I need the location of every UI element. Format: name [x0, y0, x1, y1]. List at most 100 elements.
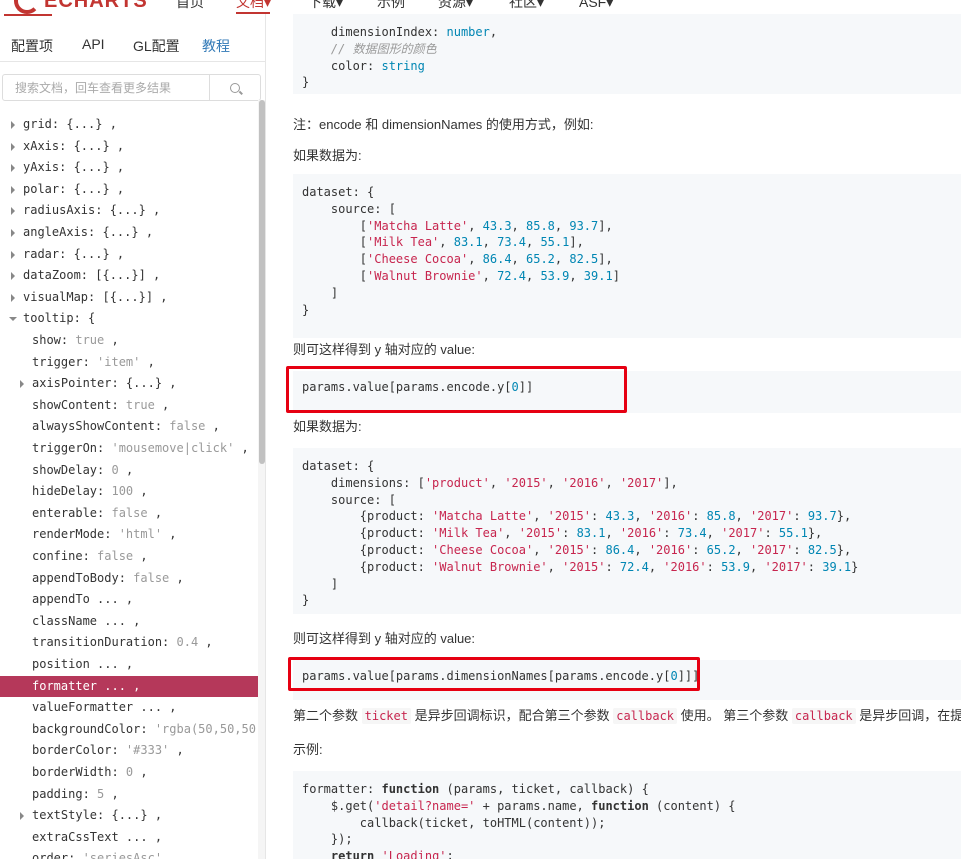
tree-item-label: triggerOn: [32, 441, 112, 455]
code-line: // 数据图形的颜色 [302, 41, 961, 58]
expand-right-icon[interactable] [11, 272, 15, 281]
tree-item[interactable]: transitionDuration: 0.4 , [0, 632, 258, 653]
tree-item-key: triggerOn: 'mousemove|click' , [32, 438, 249, 459]
tree-item-default-value: false [97, 549, 134, 563]
tree-item[interactable]: borderColor: '#333' , [0, 740, 258, 761]
nav-home[interactable]: 首页 [176, 0, 204, 11]
tree-item[interactable]: xAxis: {...} , [0, 136, 258, 157]
tree-item-tail: , [104, 333, 119, 347]
tree-item[interactable]: radiusAxis: {...} , [0, 200, 258, 221]
nav-asf[interactable]: ASF▾ [579, 0, 613, 11]
code-token: ], [598, 218, 613, 233]
logo-text: ECHARTS [44, 0, 148, 12]
tree-item[interactable]: order: 'seriesAsc' , [0, 848, 258, 859]
expand-right-icon[interactable] [11, 142, 15, 151]
tree-item[interactable]: renderMode: 'html' , [0, 524, 258, 545]
code-token: '2015' [518, 526, 563, 541]
search-input[interactable] [3, 75, 210, 100]
tree-item[interactable]: backgroundColor: 'rgba(50,50,50,0 [0, 719, 258, 740]
tree-item[interactable]: visualMap: [{...}] , [0, 287, 258, 308]
expand-right-icon[interactable] [11, 164, 15, 173]
expand-right-icon[interactable] [11, 250, 15, 259]
tree-item[interactable]: confine: false , [0, 546, 258, 567]
tree-item-tail: , [140, 354, 155, 369]
tree-item[interactable]: triggerOn: 'mousemove|click' , [0, 438, 258, 459]
tree-item[interactable]: dataZoom: [{...}] , [0, 265, 258, 286]
tree-item-key: formatter ... , [32, 676, 140, 697]
tree-item[interactable]: valueFormatter ... , [0, 697, 258, 718]
tree-item[interactable]: polar: {...} , [0, 179, 258, 200]
tree-item-label: backgroundColor: [32, 721, 155, 736]
search-button[interactable] [210, 75, 260, 100]
sidebar-scroll-thumb[interactable] [259, 100, 265, 464]
tree-item[interactable]: angleAxis: {...} , [0, 222, 258, 243]
tree-item[interactable]: tooltip: { [0, 308, 258, 329]
tree-item[interactable]: grid: {...} , [0, 114, 258, 135]
code-token: [ [302, 252, 368, 267]
tree-item[interactable]: padding: 5 , [0, 784, 258, 805]
sidebar-scrollbar[interactable] [258, 100, 265, 859]
tree-item[interactable]: enterable: false , [0, 503, 258, 524]
tree-item[interactable]: radar: {...} , [0, 244, 258, 265]
expand-right-icon[interactable] [11, 229, 15, 237]
tab-option[interactable]: 配置项 [11, 36, 53, 56]
tree-item[interactable]: textStyle: {...} , [0, 805, 258, 826]
expand-right-icon[interactable] [11, 293, 15, 302]
tree-item[interactable]: borderWidth: 0 , [0, 762, 258, 783]
expand-down-icon[interactable] [9, 317, 17, 322]
tab-gl-option[interactable]: GL配置 [133, 36, 180, 56]
tree-item-default-value: 'seriesAsc' [82, 851, 163, 859]
code-token: , [634, 509, 649, 524]
tree-item[interactable]: position ... , [0, 654, 258, 675]
code-line: } [302, 74, 961, 91]
tree-item[interactable]: show: true , [0, 330, 258, 351]
code-token: , [533, 542, 548, 557]
tree-item[interactable]: showDelay: 0 , [0, 460, 258, 481]
tree-item-label: showContent: [32, 397, 126, 412]
code-token: } [302, 593, 310, 608]
tree-item-selected[interactable]: formatter ... , [0, 675, 258, 697]
tree-item[interactable]: appendToBody: false , [0, 568, 258, 589]
tree-item-label: position ... , [32, 657, 134, 671]
tree-item[interactable]: yAxis: {...} , [0, 157, 258, 178]
nav-docs[interactable]: 文档▾ [236, 0, 271, 11]
code-token: 93.7 [807, 509, 837, 524]
tree-item[interactable]: hideDelay: 100 , [0, 481, 258, 502]
tree-item[interactable]: showContent: true , [0, 395, 258, 416]
tree-item[interactable]: extraCssText ... , [0, 827, 258, 848]
tab-tutorial[interactable]: 教程 [202, 36, 230, 56]
tree-item[interactable]: axisPointer: {...} , [0, 373, 258, 394]
nav-examples[interactable]: 示例 [377, 0, 405, 11]
nav-resources[interactable]: 资源▾ [438, 0, 473, 11]
nav-download[interactable]: 下载▾ [308, 0, 343, 11]
tab-api[interactable]: API [82, 36, 105, 52]
note-encode-usage: 注：encode 和 dimensionNames 的使用方式，例如: [293, 117, 594, 132]
tree-item-label: textStyle: {...} , [32, 808, 163, 823]
tree-item[interactable]: className ... , [0, 611, 258, 632]
tree-item[interactable]: trigger: 'item' , [0, 352, 258, 373]
echarts-logo[interactable]: ECHARTS [14, 0, 148, 14]
code-token: 43.3 [605, 509, 635, 524]
callback-code: callback [613, 708, 678, 724]
expand-right-icon[interactable] [11, 121, 15, 129]
code-line: {product: 'Milk Tea', '2015': 83.1, '201… [302, 525, 961, 542]
code-token: 53.9 [721, 559, 750, 574]
code-token: dataset: { [302, 185, 375, 199]
tree-item-tail: , [234, 441, 249, 455]
tree-item[interactable]: appendTo ... , [0, 589, 258, 610]
expand-right-icon[interactable] [20, 380, 24, 389]
expand-right-icon[interactable] [20, 812, 24, 821]
tree-item-label: polar: {...} , [23, 181, 125, 196]
tree-item-key: axisPointer: {...} , [32, 373, 177, 394]
expand-right-icon[interactable] [11, 185, 15, 194]
nav-community[interactable]: 社区▾ [509, 0, 544, 11]
expand-right-icon[interactable] [11, 207, 15, 216]
code-line: ['Milk Tea', 83.1, 73.4, 55.1], [302, 234, 961, 251]
code-token: , [504, 526, 519, 541]
tree-item-key: showContent: true , [32, 395, 169, 416]
code-token: : [591, 542, 606, 557]
code-token: 86.4 [482, 252, 512, 267]
tree-item-key: order: 'seriesAsc' , [32, 848, 177, 859]
tree-item[interactable]: alwaysShowContent: false , [0, 416, 258, 437]
code-token: } [851, 559, 859, 574]
